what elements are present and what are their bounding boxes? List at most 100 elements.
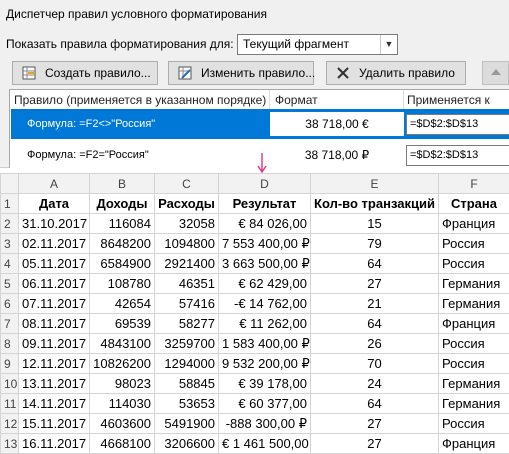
date-cell[interactable]: 31.10.2017	[18, 213, 90, 234]
date-cell[interactable]: 05.11.2017	[18, 253, 90, 274]
date-cell[interactable]: 07.11.2017	[18, 293, 90, 314]
rule-row-selected[interactable]: Формула: =F2<>"Россия" 38 718,00 € =$D$2…	[11, 109, 509, 139]
delete-rule-button[interactable]: Удалить правило	[326, 61, 466, 85]
result-cell[interactable]: 3 663 500,00 ₽	[218, 253, 311, 274]
transactions-cell[interactable]: 64	[310, 393, 439, 414]
column-header[interactable]: B	[89, 173, 155, 194]
country-cell[interactable]: Германия	[438, 393, 509, 414]
result-cell[interactable]: € 11 262,00	[218, 313, 311, 334]
column-header[interactable]: E	[310, 173, 439, 194]
result-cell[interactable]: 9 532 200,00 ₽	[218, 353, 311, 374]
expense-cell[interactable]: 1294000	[154, 353, 219, 374]
expense-cell[interactable]: 53653	[154, 393, 219, 414]
country-cell[interactable]: Россия	[438, 413, 509, 434]
country-cell[interactable]: Германия	[438, 373, 509, 394]
row-number[interactable]: 8	[0, 333, 19, 354]
transactions-cell[interactable]: 27	[310, 433, 439, 454]
rule-applies-to-field[interactable]: =$D$2:$D$13	[406, 114, 509, 135]
expense-cell[interactable]: 32058	[154, 213, 219, 234]
expense-cell[interactable]: 3206600	[154, 433, 219, 454]
scope-select[interactable]: Текущий фрагмент ▼	[237, 34, 398, 55]
result-cell[interactable]: € 84 026,00	[218, 213, 311, 234]
row-number[interactable]: 10	[0, 373, 19, 394]
column-header[interactable]: C	[154, 173, 219, 194]
result-cell[interactable]: 7 553 400,00 ₽	[218, 233, 311, 254]
rule-applies-to-field[interactable]: =$D$2:$D$13	[406, 145, 509, 166]
transactions-cell[interactable]: 24	[310, 373, 439, 394]
date-cell[interactable]: 15.11.2017	[18, 413, 90, 434]
income-cell[interactable]: 4603600	[89, 413, 155, 434]
expense-cell[interactable]: 46351	[154, 273, 219, 294]
country-cell[interactable]: Франция	[438, 433, 509, 454]
income-cell[interactable]: 10826200	[89, 353, 155, 374]
header-cell[interactable]: Результат	[218, 193, 311, 214]
income-cell[interactable]: 116084	[89, 213, 155, 234]
applies-to-column-header[interactable]: Применяется к	[407, 93, 490, 107]
country-cell[interactable]: Россия	[438, 333, 509, 354]
header-cell[interactable]: Дата	[18, 193, 90, 214]
income-cell[interactable]: 42654	[89, 293, 155, 314]
transactions-cell[interactable]: 70	[310, 353, 439, 374]
select-all-corner[interactable]	[0, 173, 19, 194]
transactions-cell[interactable]: 15	[310, 213, 439, 234]
rule-column-header[interactable]: Правило (применяется в указанном порядке…	[14, 93, 266, 107]
row-number[interactable]: 3	[0, 233, 19, 254]
country-cell[interactable]: Франция	[438, 313, 509, 334]
header-cell[interactable]: Доходы	[89, 193, 155, 214]
expense-cell[interactable]: 58845	[154, 373, 219, 394]
result-cell[interactable]: € 39 178,00	[218, 373, 311, 394]
transactions-cell[interactable]: 27	[310, 413, 439, 434]
date-cell[interactable]: 12.11.2017	[18, 353, 90, 374]
date-cell[interactable]: 08.11.2017	[18, 313, 90, 334]
row-number[interactable]: 2	[0, 213, 19, 234]
chevron-down-icon[interactable]: ▼	[380, 35, 397, 54]
income-cell[interactable]: 6584900	[89, 253, 155, 274]
date-cell[interactable]: 13.11.2017	[18, 373, 90, 394]
row-number[interactable]: 4	[0, 253, 19, 274]
format-column-header[interactable]: Формат	[275, 93, 318, 107]
date-cell[interactable]: 06.11.2017	[18, 273, 90, 294]
row-number[interactable]: 1	[0, 193, 19, 214]
row-number[interactable]: 12	[0, 413, 19, 434]
transactions-cell[interactable]: 27	[310, 273, 439, 294]
country-cell[interactable]: Франция	[438, 213, 509, 234]
country-cell[interactable]: Россия	[438, 253, 509, 274]
transactions-cell[interactable]: 64	[310, 253, 439, 274]
column-header[interactable]: D	[218, 173, 311, 194]
result-cell[interactable]: -€ 14 762,00	[218, 293, 311, 314]
country-cell[interactable]: Россия	[438, 353, 509, 374]
row-number[interactable]: 13	[0, 433, 19, 454]
country-cell[interactable]: Германия	[438, 293, 509, 314]
transactions-cell[interactable]: 21	[310, 293, 439, 314]
result-cell[interactable]: € 60 377,00	[218, 393, 311, 414]
country-cell[interactable]: Германия	[438, 273, 509, 294]
row-number[interactable]: 6	[0, 293, 19, 314]
row-number[interactable]: 9	[0, 353, 19, 374]
transactions-cell[interactable]: 26	[310, 333, 439, 354]
transactions-cell[interactable]: 64	[310, 313, 439, 334]
date-cell[interactable]: 16.11.2017	[18, 433, 90, 454]
income-cell[interactable]: 69539	[89, 313, 155, 334]
row-number[interactable]: 5	[0, 273, 19, 294]
expense-cell[interactable]: 5491900	[154, 413, 219, 434]
country-cell[interactable]: Россия	[438, 233, 509, 254]
expense-cell[interactable]: 2921400	[154, 253, 219, 274]
result-cell[interactable]: -888 300,00 ₽	[218, 413, 311, 434]
date-cell[interactable]: 02.11.2017	[18, 233, 90, 254]
row-number[interactable]: 11	[0, 393, 19, 414]
result-cell[interactable]: 1 583 400,00 ₽	[218, 333, 311, 354]
income-cell[interactable]: 108780	[89, 273, 155, 294]
header-cell[interactable]: Страна	[438, 193, 509, 214]
income-cell[interactable]: 8648200	[89, 233, 155, 254]
move-up-button[interactable]	[482, 61, 509, 85]
new-rule-button[interactable]: Создать правило...	[12, 61, 158, 85]
result-cell[interactable]: € 62 429,00	[218, 273, 311, 294]
row-number[interactable]: 7	[0, 313, 19, 334]
expense-cell[interactable]: 1094800	[154, 233, 219, 254]
income-cell[interactable]: 98023	[89, 373, 155, 394]
result-cell[interactable]: € 1 461 500,00	[218, 433, 311, 454]
expense-cell[interactable]: 57416	[154, 293, 219, 314]
expense-cell[interactable]: 58277	[154, 313, 219, 334]
date-cell[interactable]: 09.11.2017	[18, 333, 90, 354]
income-cell[interactable]: 4668100	[89, 433, 155, 454]
